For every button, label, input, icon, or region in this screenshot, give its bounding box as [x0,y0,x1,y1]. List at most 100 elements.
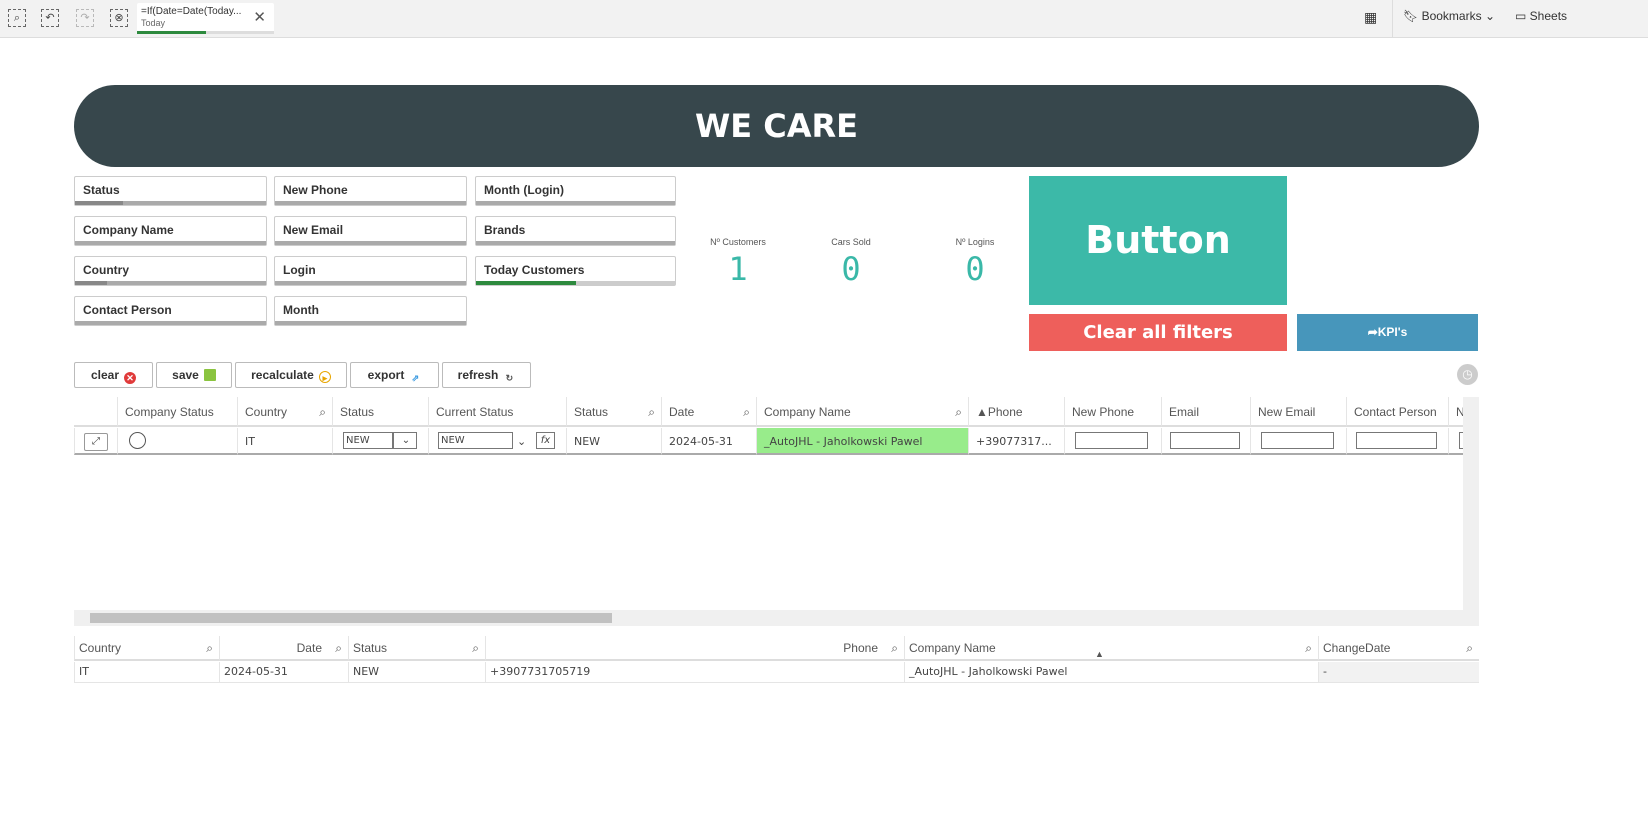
column-header[interactable]: ▲Phone [968,397,1064,427]
column-header[interactable]: Country ⌕ [237,397,332,427]
column-header[interactable]: Company Name ⌕ ▲ [904,636,1318,661]
column-header[interactable]: Date ⌕ [661,397,756,427]
filter-label: Contact Person [83,303,172,317]
search-icon[interactable]: ⌕ [472,636,479,660]
filter-pane[interactable]: New Phone [274,176,467,206]
filter-pane[interactable]: Brands [475,216,676,246]
kpi-value: 0 [965,250,985,288]
filter-pane[interactable]: Status [74,176,267,206]
column-header[interactable]: Email [1161,397,1250,427]
search-icon[interactable]: ⌕ [319,397,326,425]
column-header[interactable]: Status ⌕ [348,636,485,661]
column-header[interactable]: Country ⌕ [74,636,219,661]
recalculate-button[interactable]: recalculate ▸ [235,362,347,388]
column-header[interactable]: Date ⌕ [219,636,348,661]
export-button[interactable]: export ⇗ [350,362,439,388]
kpi-label: Nº Logins [955,237,995,247]
clear-button[interactable]: clear ✕ [74,362,153,388]
search-icon[interactable]: ⌕ [1466,636,1473,660]
header-label: Company Name [764,405,851,419]
clear-all-filters-button[interactable]: Clear all filters [1029,314,1287,351]
column-header[interactable]: Company Status [117,397,237,427]
big-button[interactable]: Button [1029,176,1287,305]
filter-label: Status [83,183,120,197]
filter-pane[interactable]: Month [274,296,467,326]
step-back-icon[interactable]: ↶ [41,9,59,27]
banner-title: WE CARE [74,85,1479,167]
filter-pane[interactable]: Company Name [74,216,267,246]
filter-pane[interactable]: Contact Person [74,296,267,326]
chevron-down-icon[interactable]: ⌄ [393,432,417,449]
filter-bar [75,241,266,245]
radio-button[interactable] [129,432,146,449]
filter-pane[interactable]: Today Customers [475,256,676,286]
status-dropdown[interactable]: NEW [343,432,393,449]
expand-icon[interactable]: ⤢ [84,433,108,451]
step-forward-icon[interactable]: ↷ [76,9,94,27]
search-icon[interactable]: ⌕ [648,397,655,425]
column-header[interactable]: ChangeDate ⌕ [1318,636,1479,661]
play-icon: ▸ [318,371,331,383]
chevron-down-icon[interactable]: ⌄ [517,428,526,453]
new-phone-input[interactable] [1075,432,1148,449]
column-header[interactable]: Current Status [428,397,566,427]
table-cell: +39077317... [968,428,1064,455]
input[interactable] [1459,432,1463,449]
sheets-button[interactable]: ▭ Sheets [1515,9,1567,23]
filter-pane[interactable]: New Email [274,216,467,246]
header-label: Email [1169,405,1200,419]
vertical-scrollbar[interactable] [1463,397,1479,610]
column-header[interactable]: New Email [1250,397,1346,427]
refresh-button[interactable]: refresh ↻ [442,362,531,388]
filter-pane[interactable]: Login [274,256,467,286]
grid-icon[interactable]: ▦ [1364,9,1377,26]
search-icon[interactable]: ⌕ [891,636,898,660]
column-header[interactable]: N [1448,397,1463,427]
filter-pane[interactable]: Country [74,256,267,286]
search-icon[interactable]: ⌕ [955,397,962,425]
close-icon[interactable]: ✕ [253,8,266,26]
save-button[interactable]: save [156,362,232,388]
column-header[interactable]: Status ⌕ [566,397,661,427]
filter-bar [275,201,466,205]
bookmark-icon: 🔖︎ [1403,9,1422,23]
table-cell: NEW ⌄ [332,428,428,455]
kpi-label: Cars Sold [831,237,871,247]
column-header[interactable]: Contact Person [1346,397,1448,427]
clock-icon[interactable]: ◷ [1457,364,1478,385]
header-label: Country [245,405,288,419]
export-icon: ⇗ [411,373,420,383]
scrollbar-thumb[interactable] [90,613,612,623]
header-label: N [1456,405,1463,419]
smart-search-icon[interactable]: ⌕ [8,9,26,27]
table-cell: _AutoJHL - Jaholkowski Pawel [904,662,1318,683]
filter-bar [476,281,675,285]
horizontal-scrollbar[interactable] [74,610,1479,626]
kpi-link-button[interactable]: ➦KPI's [1297,314,1478,351]
selection-chip[interactable]: =If(Date=Date(Today... Today ✕ [137,3,274,34]
formula-icon[interactable]: fx [536,432,555,449]
email-input[interactable] [1170,432,1240,449]
header-label: New Email [1258,405,1316,419]
search-icon[interactable]: ⌕ [1305,636,1312,660]
cell-country: IT [245,435,255,448]
clear-selections-icon[interactable]: ⊗ [110,9,128,27]
search-icon[interactable]: ⌕ [335,636,342,660]
filter-bar [275,321,466,325]
search-icon[interactable]: ⌕ [206,636,213,660]
column-header[interactable]: Company Name ⌕ [756,397,968,427]
header-label: Current Status [436,405,514,419]
column-header[interactable]: Phone ⌕ [485,636,904,661]
recalculate-label: recalculate [251,368,314,382]
filter-pane[interactable]: Month (Login) [475,176,676,206]
bookmarks-button[interactable]: 🔖︎ Bookmarks ⌄ [1403,9,1495,23]
new-email-input[interactable] [1261,432,1334,449]
current-status-dropdown[interactable]: NEW [438,432,513,449]
contact-person-input[interactable] [1356,432,1437,449]
sheets-label: Sheets [1529,9,1568,23]
selection-value: Today [141,18,166,28]
column-header[interactable]: New Phone [1064,397,1161,427]
header-label: Status [574,405,609,419]
column-header[interactable]: Status [332,397,428,427]
search-icon[interactable]: ⌕ [743,397,750,425]
